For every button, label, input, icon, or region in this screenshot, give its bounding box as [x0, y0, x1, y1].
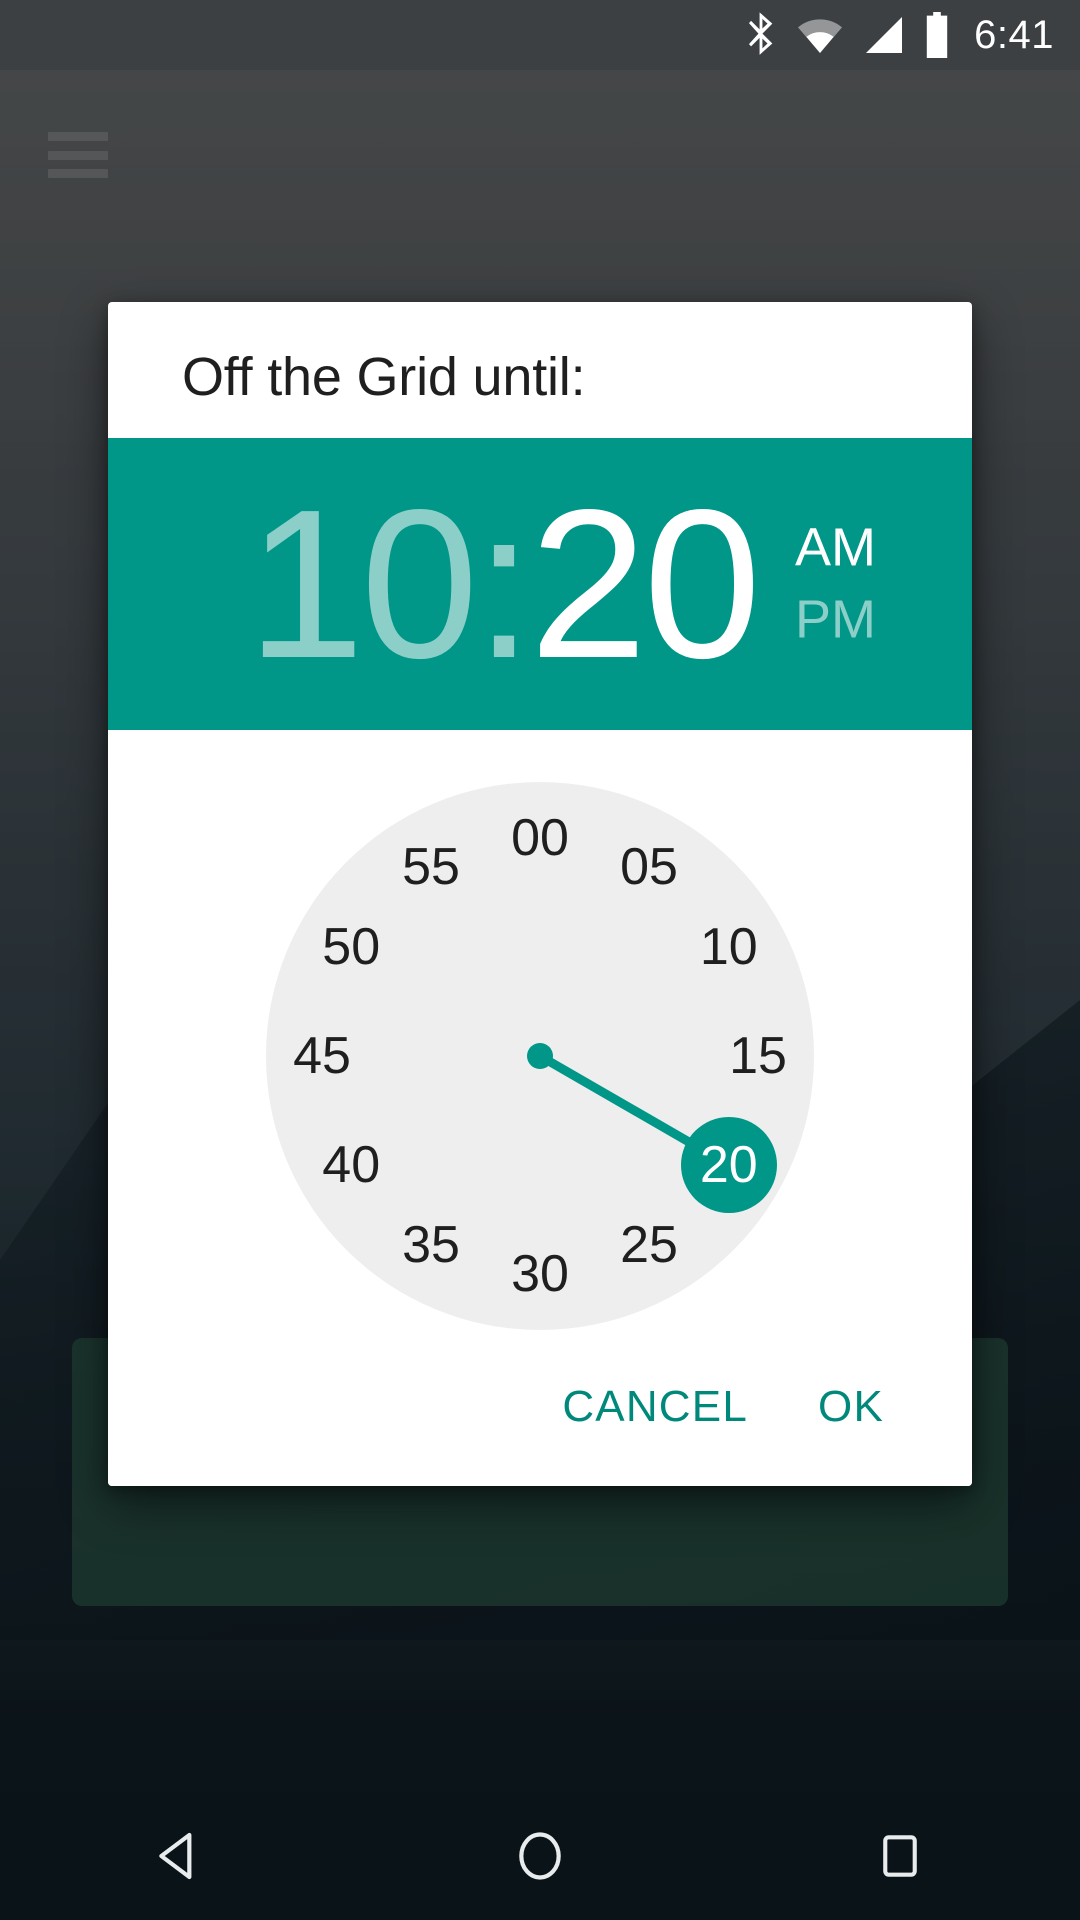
- cancel-button[interactable]: CANCEL: [562, 1382, 748, 1432]
- dialog-title: Off the Grid until:: [182, 347, 586, 407]
- meridiem-selector: AM PM: [795, 518, 876, 650]
- status-bar: 6:41: [0, 0, 1080, 70]
- battery-icon: [926, 12, 948, 58]
- am-button[interactable]: AM: [795, 518, 876, 577]
- wifi-icon: [798, 19, 843, 53]
- back-triangle-icon: [159, 1832, 192, 1880]
- cellular-signal-icon: [866, 17, 903, 53]
- time-separator: :: [474, 465, 534, 702]
- time-header: 10 : 20 AM PM: [108, 438, 972, 730]
- clock-number-40[interactable]: 40: [303, 1117, 399, 1213]
- clock-number-15[interactable]: 15: [710, 1008, 806, 1104]
- recents-button[interactable]: [820, 1792, 980, 1920]
- bluetooth-icon: [749, 12, 773, 55]
- minute-value[interactable]: 20: [529, 478, 761, 690]
- time-display: 10 : 20: [247, 465, 762, 702]
- recents-square-icon: [883, 1835, 917, 1877]
- dialog-actions: CANCEL OK: [108, 1382, 972, 1486]
- home-button[interactable]: [460, 1792, 620, 1920]
- status-bar-clock: 6:41: [974, 12, 1054, 57]
- time-picker-dialog: Off the Grid until: 10 : 20 AM PM 00 05 10…: [108, 302, 972, 1486]
- pm-button[interactable]: PM: [795, 591, 876, 650]
- clock-number-00[interactable]: 00: [492, 790, 588, 886]
- clock-area: 00 05 10 15 20 25 30 35 40 45 50 55: [108, 730, 972, 1382]
- clock-number-55[interactable]: 55: [383, 819, 479, 915]
- ok-button[interactable]: OK: [818, 1382, 884, 1432]
- clock-face[interactable]: 00 05 10 15 20 25 30 35 40 45 50 55: [266, 782, 814, 1330]
- clock-number-10[interactable]: 10: [681, 899, 777, 995]
- back-button[interactable]: [100, 1792, 260, 1920]
- clock-number-45[interactable]: 45: [274, 1008, 370, 1104]
- navigation-bar: [0, 1792, 1080, 1920]
- hour-value[interactable]: 10: [247, 478, 479, 690]
- clock-number-25[interactable]: 25: [601, 1197, 697, 1293]
- home-circle-icon: [519, 1832, 561, 1880]
- clock-number-30[interactable]: 30: [492, 1226, 588, 1322]
